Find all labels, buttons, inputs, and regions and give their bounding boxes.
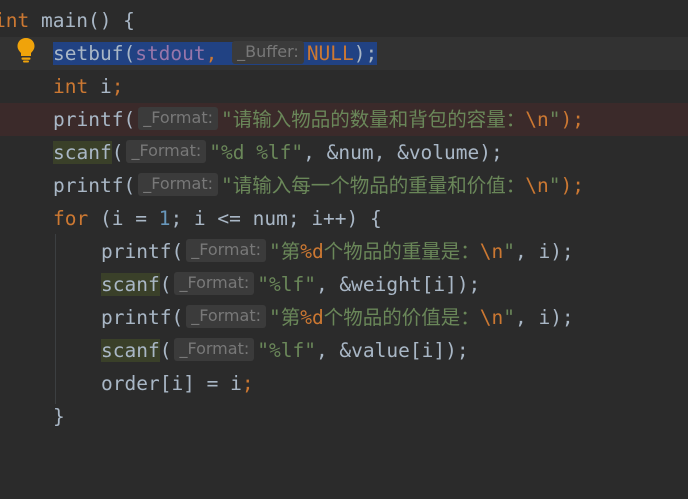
string-literal: 个物品的价值是： [323,306,480,329]
code-line-12[interactable]: order[i] = i; [0,367,688,400]
paren: ( [171,306,184,329]
function-call: setbuf [53,42,124,65]
escape-sequence: \n [525,174,549,197]
string-literal: "第 [268,306,301,329]
code-text: for (i = 1; i <= num; i++) { [53,202,382,235]
string-literal: "%lf" [257,339,316,362]
code-line-10[interactable]: printf(_Format: "第%d个物品的价值是：\n", i); [0,301,688,334]
string-literal: " [503,240,515,263]
lightbulb-icon[interactable] [16,37,36,63]
code-text: printf(_Format: "第%d个物品的重量是：\n", i); [101,235,574,268]
code-line-2[interactable]: setbuf(stdout, _Buffer: NULL); [0,37,688,70]
parameter-hint: _Format: [126,140,207,163]
code-text: () { [87,9,135,32]
code-text: printf(_Format: "第%d个物品的价值是：\n", i); [101,301,574,334]
function-call: scanf [101,339,160,362]
escape-sequence: \n [525,108,549,131]
paren: ); [560,108,584,131]
code-line-9[interactable]: scanf(_Format: "%lf", &weight[i]); [0,268,688,301]
code-text: } [53,400,65,433]
code-text: int main() { [0,4,135,37]
function-call: scanf [101,273,160,296]
code-text: int i; [53,70,123,103]
parameter-hint: _Format: [186,305,266,328]
keyword: for [53,207,89,230]
keyword: int [53,75,89,98]
parameter-hint: _Buffer: [232,41,304,64]
paren: ); [353,42,378,65]
format-specifier: %d [300,240,324,263]
paren: ( [159,339,172,362]
code-text: , i); [514,240,574,263]
code-editor[interactable]: int main() { setbuf(stdout, _Buffer:NULL… [0,0,688,428]
function-call: printf [53,108,124,131]
code-text: i [88,75,112,98]
string-literal: "请输入物品的数量和背包的容量： [220,108,526,131]
indent-guide [55,234,56,404]
code-line-13[interactable]: } [0,400,688,433]
escape-sequence: \n [479,240,504,263]
keyword: int [0,9,30,32]
parameter-hint: _Format: [174,272,255,295]
code-line-4[interactable]: printf(_Format: "请输入物品的数量和背包的容量：\n"); [0,103,688,136]
code-text: printf(_Format: "请输入每一个物品的重量和价值：\n"); [53,169,584,202]
format-specifier: %d [300,306,324,329]
string-literal: "%lf" [257,273,316,296]
paren: ( [123,108,136,131]
number-literal: 1 [158,207,171,230]
function-call: printf [101,240,172,263]
code-text: ; i <= num; i++) { [170,207,382,230]
parameter-hint: _Format: [186,239,266,262]
string-literal: 个物品的重量是： [323,240,480,263]
function-name: main [40,9,88,32]
code-text: , &num, &volume); [303,141,503,164]
code-text: setbuf(stdout, _Buffer: NULL); [53,37,378,70]
code-text: , &weight[i]); [315,273,481,296]
string-literal: "%d %lf" [209,141,304,164]
code-line-6[interactable]: printf(_Format: "请输入每一个物品的重量和价值：\n"); [0,169,688,202]
argument: NULL [306,42,354,65]
code-line-8[interactable]: printf(_Format: "第%d个物品的重量是：\n", i); [0,235,688,268]
code-text: order[i] = i [101,372,242,395]
function-call: printf [53,174,124,197]
string-literal: "请输入每一个物品的重量和价值： [220,174,526,197]
code-text: order[i] = i; [101,367,254,400]
semicolon: ; [241,372,254,395]
code-text: , &value[i]); [315,339,469,362]
code-text: scanf(_Format: "%lf", &value[i]); [101,334,469,367]
semicolon: ; [111,75,124,98]
string-literal: "第 [268,240,301,263]
paren: ( [111,141,124,164]
string-literal: " [548,108,561,131]
function-call: printf [101,306,172,329]
string-literal: " [548,174,561,197]
code-text: scanf(_Format: "%d %lf", &num, &volume); [53,136,503,169]
code-line-5[interactable]: scanf(_Format: "%d %lf", &num, &volume); [0,136,688,169]
code-line-11[interactable]: scanf(_Format: "%lf", &value[i]); [0,334,688,367]
code-text: printf(_Format: "请输入物品的数量和背包的容量：\n"); [53,103,584,136]
paren: ( [123,174,136,197]
argument: stdout [135,42,206,65]
paren: ( [123,42,136,65]
parameter-hint: _Format: [174,338,255,361]
code-text: scanf(_Format: "%lf", &weight[i]); [101,268,480,301]
function-call: scanf [53,141,112,164]
code-text: , i); [514,306,574,329]
escape-sequence: \n [479,306,504,329]
paren: ); [560,174,584,197]
selection: setbuf(stdout, _Buffer: NULL); [53,41,378,65]
code-text: (i = [88,207,159,230]
parameter-hint: _Format: [138,173,218,196]
parameter-hint: _Format: [138,107,218,130]
code-line-7[interactable]: for (i = 1; i <= num; i++) { [0,202,688,235]
code-line-3[interactable]: int i; [0,70,688,103]
comma: , [205,42,230,65]
code-line-1[interactable]: int main() { [0,4,688,37]
paren: ( [159,273,172,296]
string-literal: " [503,306,515,329]
paren: ( [171,240,184,263]
